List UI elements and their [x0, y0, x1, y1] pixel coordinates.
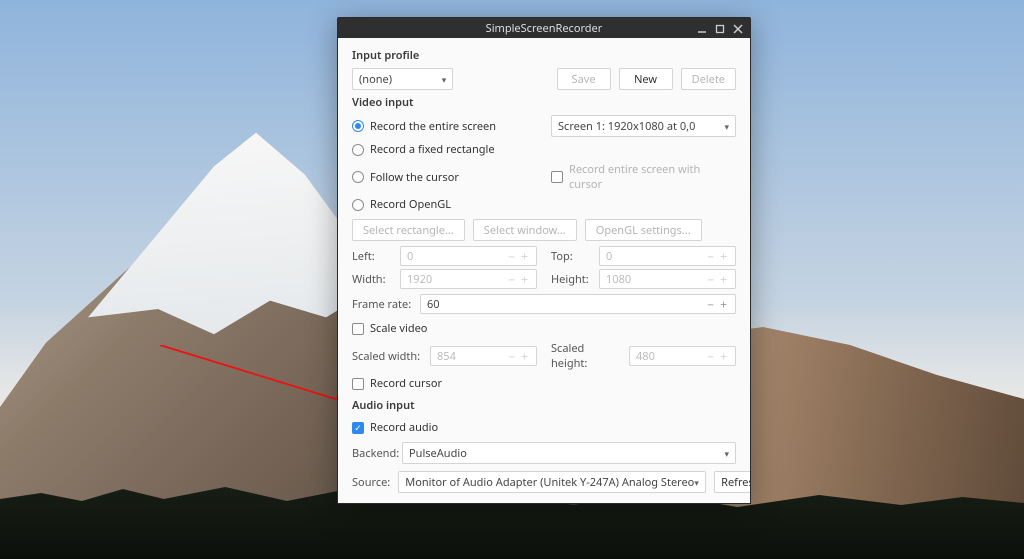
checkbox-entire-cursor[interactable] — [551, 171, 563, 183]
plus-icon[interactable]: + — [519, 348, 530, 365]
framerate-field[interactable]: 60−+ — [420, 294, 736, 314]
checkbox-record-cursor[interactable] — [352, 378, 364, 390]
minus-icon[interactable]: − — [506, 348, 517, 365]
refresh-button[interactable]: Refresh — [714, 471, 750, 493]
radio-entire-screen[interactable] — [352, 120, 364, 132]
select-window-button[interactable]: Select window... — [473, 219, 577, 241]
top-field[interactable]: 0−+ — [599, 246, 736, 266]
plus-icon[interactable]: + — [718, 271, 729, 288]
minus-icon[interactable]: − — [705, 296, 716, 313]
audio-input-label: Audio input — [352, 398, 736, 413]
chevron-down-icon: ▾ — [694, 476, 699, 489]
app-window: SimpleScreenRecorder Input profile (none… — [337, 17, 751, 504]
select-rectangle-button[interactable]: Select rectangle... — [352, 219, 465, 241]
titlebar[interactable]: SimpleScreenRecorder — [338, 18, 750, 38]
window-title: SimpleScreenRecorder — [486, 21, 603, 36]
source-select[interactable]: Monitor of Audio Adapter (Unitek Y-247A)… — [398, 471, 706, 493]
chevron-down-icon: ▾ — [724, 120, 729, 133]
minimize-icon[interactable] — [694, 21, 710, 37]
radio-fixed-rectangle[interactable] — [352, 144, 364, 156]
plus-icon[interactable]: + — [718, 296, 729, 313]
minus-icon[interactable]: − — [506, 248, 517, 265]
chevron-down-icon: ▾ — [724, 447, 729, 460]
radio-follow-cursor[interactable] — [352, 171, 364, 183]
video-input-label: Video input — [352, 95, 736, 110]
opengl-settings-button[interactable]: OpenGL settings... — [585, 219, 702, 241]
height-field[interactable]: 1080−+ — [599, 269, 736, 289]
close-icon[interactable] — [730, 21, 746, 37]
input-profile-label: Input profile — [352, 48, 736, 63]
delete-button[interactable]: Delete — [681, 68, 736, 90]
scaled-height-field[interactable]: 480−+ — [629, 346, 736, 366]
chevron-down-icon: ▾ — [442, 73, 447, 86]
checkbox-record-audio[interactable] — [352, 422, 364, 434]
radio-opengl[interactable] — [352, 199, 364, 211]
profile-select[interactable]: (none)▾ — [352, 68, 453, 90]
left-field[interactable]: 0−+ — [400, 246, 537, 266]
backend-select[interactable]: PulseAudio▾ — [402, 442, 736, 464]
checkbox-scale-video[interactable] — [352, 323, 364, 335]
plus-icon[interactable]: + — [718, 248, 729, 265]
maximize-icon[interactable] — [712, 21, 728, 37]
save-button[interactable]: Save — [557, 68, 611, 90]
plus-icon[interactable]: + — [519, 271, 530, 288]
minus-icon[interactable]: − — [506, 271, 517, 288]
plus-icon[interactable]: + — [718, 348, 729, 365]
screen-select[interactable]: Screen 1: 1920x1080 at 0,0▾ — [551, 115, 736, 137]
minus-icon[interactable]: − — [705, 271, 716, 288]
new-button[interactable]: New — [619, 68, 673, 90]
width-field[interactable]: 1920−+ — [400, 269, 537, 289]
minus-icon[interactable]: − — [705, 248, 716, 265]
plus-icon[interactable]: + — [519, 248, 530, 265]
scaled-width-field[interactable]: 854−+ — [430, 346, 537, 366]
minus-icon[interactable]: − — [705, 348, 716, 365]
